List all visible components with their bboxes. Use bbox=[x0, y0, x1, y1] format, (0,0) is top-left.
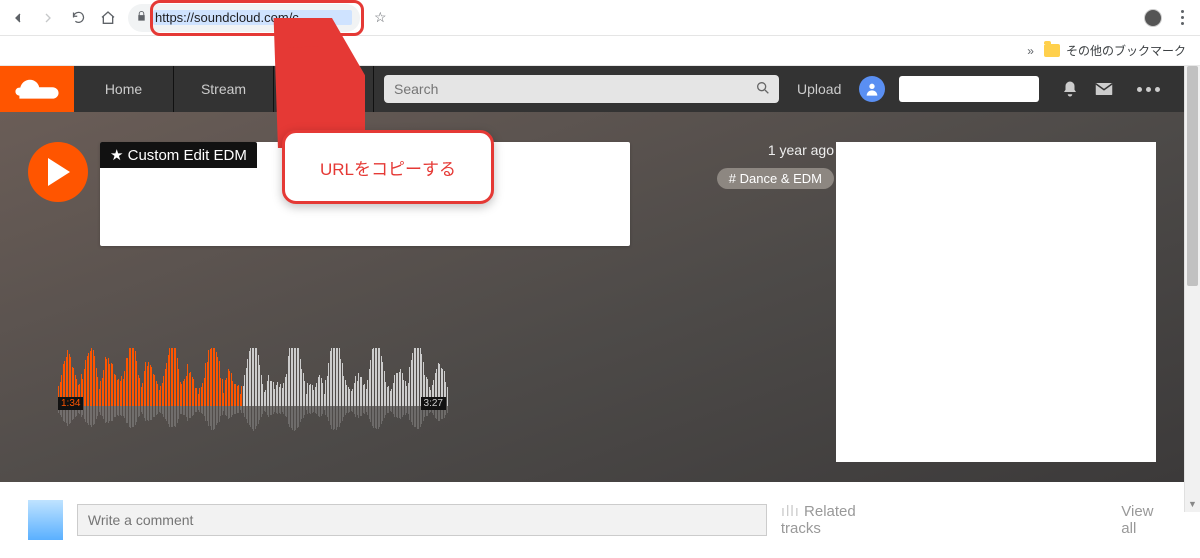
search-box bbox=[384, 75, 779, 103]
lock-icon bbox=[136, 10, 147, 25]
notifications-icon[interactable] bbox=[1053, 80, 1087, 98]
track-artwork[interactable] bbox=[836, 142, 1156, 462]
nav-stream[interactable]: Stream bbox=[174, 66, 274, 112]
more-menu-button[interactable] bbox=[1121, 87, 1176, 92]
soundcloud-header: Home Stream Library Upload bbox=[0, 66, 1184, 112]
browser-toolbar: https://soundcloud.com/c… ☆ bbox=[0, 0, 1200, 36]
page-scrollbar[interactable]: ▲ ▼ bbox=[1184, 66, 1200, 512]
user-avatar[interactable] bbox=[859, 76, 885, 102]
track-tag[interactable]: # Dance & EDM bbox=[717, 168, 834, 189]
track-meta: 1 year ago # Dance & EDM bbox=[717, 142, 834, 189]
comment-section: ıllı Related tracks View all bbox=[0, 482, 1184, 558]
header-text-field[interactable] bbox=[899, 76, 1039, 102]
bookmark-folder-label: その他のブックマーク bbox=[1066, 42, 1186, 59]
back-button[interactable] bbox=[8, 8, 28, 28]
soundcloud-logo[interactable] bbox=[0, 66, 74, 112]
annotation-callout: URLをコピーする bbox=[282, 130, 494, 204]
folder-icon bbox=[1044, 44, 1060, 57]
track-title[interactable]: ★ Custom Edit EDM bbox=[100, 142, 257, 168]
scroll-down-icon[interactable]: ▼ bbox=[1185, 496, 1200, 512]
comment-input[interactable] bbox=[77, 504, 767, 536]
address-bar[interactable]: https://soundcloud.com/c… bbox=[128, 4, 360, 32]
search-icon[interactable] bbox=[755, 80, 771, 99]
nav-library[interactable]: Library bbox=[274, 66, 374, 112]
callout-text: URLをコピーする bbox=[320, 155, 456, 180]
url-text: https://soundcloud.com/c… bbox=[153, 10, 352, 25]
related-tracks-heading: ıllı Related tracks bbox=[781, 503, 861, 537]
profile-avatar-icon[interactable] bbox=[1144, 9, 1162, 27]
play-button[interactable] bbox=[28, 142, 88, 202]
bookmarks-bar: » その他のブックマーク bbox=[0, 36, 1200, 66]
bookmark-star-icon[interactable]: ☆ bbox=[374, 9, 387, 26]
time-elapsed: 1:34 bbox=[58, 397, 83, 410]
search-input[interactable] bbox=[384, 75, 779, 103]
home-button[interactable] bbox=[98, 8, 118, 28]
time-total: 3:27 bbox=[421, 397, 446, 410]
messages-icon[interactable] bbox=[1087, 82, 1121, 96]
bookmarks-overflow-icon[interactable]: » bbox=[1027, 44, 1034, 58]
reload-button[interactable] bbox=[68, 8, 88, 28]
comment-avatar[interactable] bbox=[28, 500, 63, 540]
track-hero: ★ Custom Edit EDM 1:34 3:27 1 year ago #… bbox=[0, 112, 1184, 482]
primary-nav: Home Stream Library bbox=[74, 66, 374, 112]
view-all-link[interactable]: View all bbox=[1121, 503, 1156, 537]
bookmark-folder-other[interactable]: その他のブックマーク bbox=[1044, 42, 1186, 59]
waveform[interactable]: 1:34 3:27 bbox=[58, 346, 446, 434]
track-age: 1 year ago bbox=[717, 142, 834, 158]
upload-link[interactable]: Upload bbox=[797, 81, 841, 97]
chrome-menu-button[interactable] bbox=[1172, 10, 1192, 25]
scroll-thumb[interactable] bbox=[1187, 66, 1198, 286]
nav-home[interactable]: Home bbox=[74, 66, 174, 112]
forward-button[interactable] bbox=[38, 8, 58, 28]
